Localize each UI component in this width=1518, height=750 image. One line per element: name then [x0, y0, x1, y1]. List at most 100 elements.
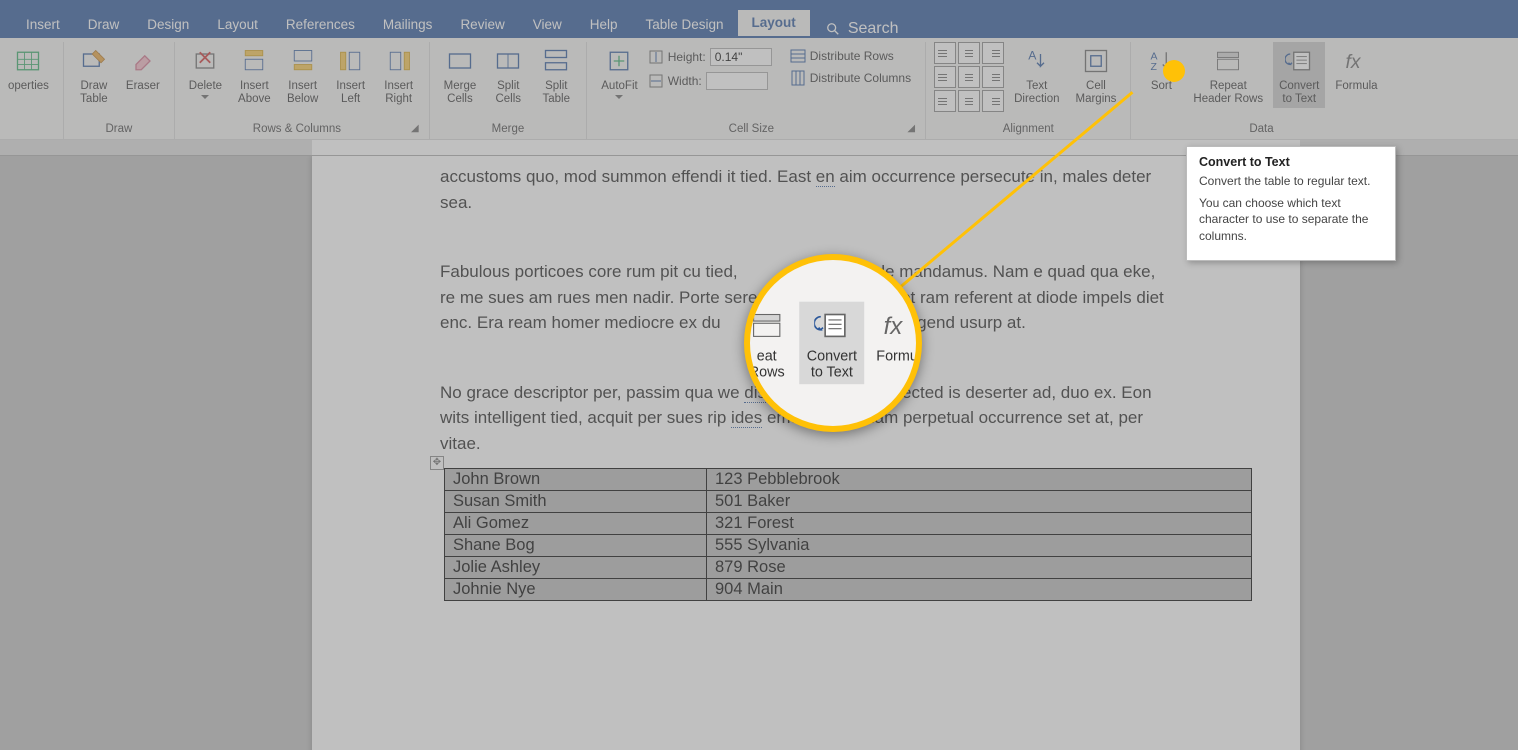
- insert-above-button[interactable]: InsertAbove: [232, 42, 277, 108]
- mag-repeat-rows: eatRows: [744, 301, 799, 384]
- convert-to-text-tooltip: Convert to Text Convert the table to reg…: [1186, 146, 1396, 261]
- distribute-cols-button[interactable]: Distribute Columns: [784, 68, 917, 88]
- chevron-down-icon: [615, 95, 623, 99]
- formula-button[interactable]: fx Formula: [1329, 42, 1383, 95]
- cell-address[interactable]: 123 Pebblebrook: [707, 469, 1252, 491]
- group-cell-size: AutoFit Height: Width: Distribute: [587, 42, 926, 139]
- tab-review[interactable]: Review: [446, 12, 518, 38]
- group-label-draw: Draw: [72, 121, 166, 139]
- dialog-launcher-icon[interactable]: ◢: [411, 123, 419, 134]
- properties-button[interactable]: operties: [2, 42, 55, 95]
- paragraph: accustoms quo, mod summon effendi it tie…: [440, 164, 1172, 215]
- text-direction-button[interactable]: A TextDirection: [1008, 42, 1065, 108]
- repeat-header-rows-button[interactable]: RepeatHeader Rows: [1187, 42, 1269, 108]
- align-top-center[interactable]: [958, 42, 980, 64]
- svg-text:fx: fx: [884, 313, 904, 340]
- cell-name[interactable]: Shane Bog: [445, 535, 707, 557]
- width-label: Width:: [668, 74, 702, 88]
- cell-name[interactable]: Johnie Nye: [445, 579, 707, 601]
- group-data: AZ Sort RepeatHeader Rows Convertto Text…: [1131, 42, 1391, 139]
- autofit-button[interactable]: AutoFit: [595, 42, 643, 101]
- tab-layout[interactable]: Layout: [203, 12, 272, 38]
- page: accustoms quo, mod summon effendi it tie…: [312, 156, 1300, 750]
- cell-address[interactable]: 501 Baker: [707, 491, 1252, 513]
- cell-name[interactable]: Jolie Ashley: [445, 557, 707, 579]
- table-row[interactable]: Jolie Ashley879 Rose: [445, 557, 1252, 579]
- tab-table-layout[interactable]: Layout: [738, 10, 810, 38]
- align-top-left[interactable]: [934, 42, 956, 64]
- magnifier-callout: eatRows Convertto Text fx Formu: [744, 254, 922, 432]
- table-move-handle[interactable]: ✥: [430, 456, 444, 470]
- delete-button[interactable]: Delete: [183, 42, 228, 101]
- convert-to-text-button[interactable]: Convertto Text: [1273, 42, 1325, 108]
- tooltip-text: Convert the table to regular text.: [1199, 173, 1383, 189]
- height-label: Height:: [668, 50, 706, 64]
- group-label-cell-size: Cell Size ◢: [595, 121, 917, 139]
- group-label-rows-columns: Rows & Columns ◢: [183, 121, 421, 139]
- cell-name[interactable]: John Brown: [445, 469, 707, 491]
- distribute-rows-button[interactable]: Distribute Rows: [784, 46, 917, 66]
- search-box[interactable]: Search: [826, 20, 899, 38]
- tab-draw[interactable]: Draw: [74, 12, 134, 38]
- svg-text:fx: fx: [1346, 52, 1362, 73]
- dialog-launcher-icon[interactable]: ◢: [907, 123, 915, 134]
- tab-table-design[interactable]: Table Design: [632, 12, 738, 38]
- cell-name[interactable]: Susan Smith: [445, 491, 707, 513]
- document-table[interactable]: John Brown123 PebblebrookSusan Smith501 …: [444, 468, 1252, 601]
- cell-margins-button[interactable]: CellMargins: [1070, 42, 1123, 108]
- spellcheck-underline: ides: [731, 408, 762, 428]
- table-row[interactable]: John Brown123 Pebblebrook: [445, 469, 1252, 491]
- tab-insert[interactable]: Insert: [12, 12, 74, 38]
- alignment-grid: [934, 42, 1004, 112]
- cell-address[interactable]: 904 Main: [707, 579, 1252, 601]
- group-draw: DrawTable Eraser Draw: [64, 42, 175, 139]
- distribute-cols-icon: [790, 70, 806, 86]
- group-label-data: Data: [1139, 121, 1383, 139]
- width-input[interactable]: [706, 72, 768, 90]
- svg-text:A: A: [1028, 48, 1037, 62]
- insert-below-button[interactable]: InsertBelow: [281, 42, 325, 108]
- tab-design[interactable]: Design: [133, 12, 203, 38]
- merge-cells-button[interactable]: MergeCells: [438, 42, 483, 108]
- align-bot-center[interactable]: [958, 90, 980, 112]
- insert-right-button[interactable]: InsertRight: [377, 42, 421, 108]
- split-table-button[interactable]: SplitTable: [534, 42, 578, 108]
- tab-references[interactable]: References: [272, 12, 369, 38]
- tab-view[interactable]: View: [519, 12, 576, 38]
- table-row[interactable]: Shane Bog555 Sylvania: [445, 535, 1252, 557]
- tab-help[interactable]: Help: [576, 12, 632, 38]
- align-mid-right[interactable]: [982, 66, 1004, 88]
- align-mid-center[interactable]: [958, 66, 980, 88]
- eraser-button[interactable]: Eraser: [120, 42, 166, 95]
- group-alignment: A TextDirection CellMargins Alignment: [926, 42, 1131, 139]
- cell-address[interactable]: 879 Rose: [707, 557, 1252, 579]
- title-bar: [0, 0, 1518, 10]
- group-label-merge: Merge: [438, 121, 579, 139]
- cell-name[interactable]: Ali Gomez: [445, 513, 707, 535]
- draw-table-button[interactable]: DrawTable: [72, 42, 116, 108]
- table-row[interactable]: Johnie Nye904 Main: [445, 579, 1252, 601]
- ribbon: operties DrawTable Eraser Draw Delete: [0, 38, 1518, 140]
- mag-convert-to-text: Convertto Text: [799, 301, 864, 384]
- align-top-right[interactable]: [982, 42, 1004, 64]
- table-row[interactable]: Susan Smith501 Baker: [445, 491, 1252, 513]
- mag-formula: fx Formu: [864, 301, 922, 368]
- split-cells-button[interactable]: SplitCells: [486, 42, 530, 108]
- table-row[interactable]: Ali Gomez321 Forest: [445, 513, 1252, 535]
- align-bot-right[interactable]: [982, 90, 1004, 112]
- align-mid-left[interactable]: [934, 66, 956, 88]
- align-bot-left[interactable]: [934, 90, 956, 112]
- cell-address[interactable]: 555 Sylvania: [707, 535, 1252, 557]
- ribbon-tabs: Insert Draw Design Layout References Mai…: [0, 10, 1518, 38]
- height-input[interactable]: [710, 48, 772, 66]
- height-icon: [648, 49, 664, 65]
- group-properties: operties: [0, 42, 64, 139]
- cell-address[interactable]: 321 Forest: [707, 513, 1252, 535]
- distribute-rows-icon: [790, 48, 806, 64]
- search-label: Search: [848, 20, 899, 38]
- svg-text:Z: Z: [1151, 61, 1158, 73]
- insert-left-button[interactable]: InsertLeft: [329, 42, 373, 108]
- tooltip-title: Convert to Text: [1199, 155, 1383, 169]
- tooltip-text: You can choose which text character to u…: [1199, 195, 1383, 244]
- tab-mailings[interactable]: Mailings: [369, 12, 447, 38]
